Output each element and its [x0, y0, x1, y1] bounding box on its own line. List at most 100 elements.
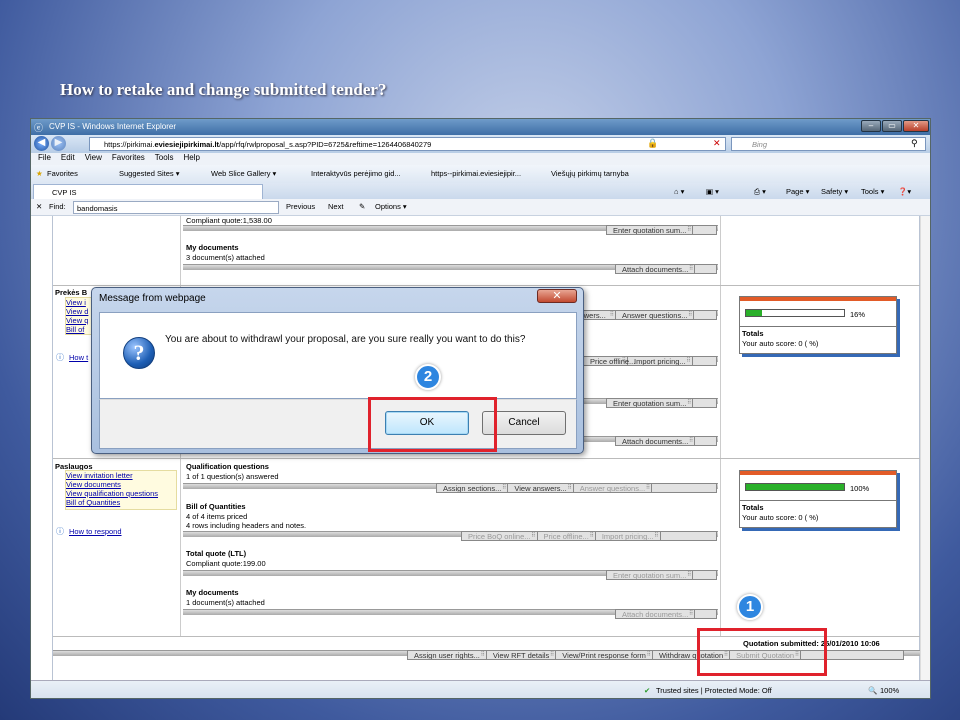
menu-favorites[interactable]: Favorites: [112, 153, 145, 162]
window-title: CVP IS - Windows Internet Explorer: [49, 122, 177, 131]
fav-vpt[interactable]: Viešųjų pirkimų tarnyba: [551, 169, 629, 178]
ie-icon: ⓔ: [34, 123, 44, 133]
title-bar: ⓔ CVP IS - Windows Internet Explorer – ▭…: [31, 119, 930, 135]
menu-tools[interactable]: Tools: [155, 153, 174, 162]
find-next-button[interactable]: Next: [328, 202, 343, 211]
link-view-qualification[interactable]: View q: [66, 316, 94, 325]
link-view-invitation[interactable]: View i: [66, 298, 94, 307]
view-answers-button[interactable]: View answers...: [508, 484, 574, 492]
lock-icon[interactable]: 🔒: [647, 138, 658, 149]
button-group: Enter quotation sum...: [606, 225, 717, 235]
progress-label: 100%: [850, 484, 870, 493]
button-group: swers...Answer questions...: [573, 310, 717, 320]
assign-user-rights-button[interactable]: Assign user rights...: [408, 651, 487, 659]
forward-button[interactable]: ▶: [51, 136, 66, 151]
menu-view[interactable]: View: [85, 153, 102, 162]
button-group: Price BoQ online...Price offline...Impor…: [461, 531, 717, 541]
minimize-button[interactable]: –: [861, 120, 881, 132]
answer-questions-button[interactable]: Answer questions...: [616, 311, 695, 319]
link-view-qualification[interactable]: View qualification questions: [66, 489, 176, 498]
maximize-button[interactable]: ▭: [882, 120, 902, 132]
attach-documents-button[interactable]: Attach documents...: [616, 437, 696, 445]
button-group: Attach documents...: [615, 609, 717, 619]
home-icon[interactable]: ⌂ ▾: [674, 187, 684, 196]
menu-help[interactable]: Help: [183, 153, 199, 162]
attach-documents-button[interactable]: Attach documents...: [616, 265, 696, 273]
address-bar-row: ◀ ▶ https://pirkimai.eviesiejipirkimai.l…: [31, 135, 930, 153]
close-find-icon[interactable]: ✕: [36, 202, 42, 211]
boq-priced: 4 of 4 items priced: [186, 512, 248, 521]
my-documents-title: My documents: [186, 588, 239, 597]
attach-documents-button[interactable]: Attach documents...: [616, 610, 696, 618]
button-group: Attach documents...: [615, 436, 717, 446]
fav-suggested-sites[interactable]: Suggested Sites ▾: [119, 169, 179, 178]
question-icon: ?: [123, 337, 155, 369]
tools-menu[interactable]: Tools ▾: [861, 187, 884, 196]
enter-quotation-button[interactable]: Enter quotation sum...: [607, 226, 694, 234]
qualification-answered: 1 of 1 question(s) answered: [186, 472, 279, 481]
find-input[interactable]: bandomasis: [73, 201, 279, 214]
address-input[interactable]: https://pirkimai.eviesiejipirkimai.lt/ap…: [89, 137, 726, 151]
link-bill-of-quantities[interactable]: Bill of Quantities: [66, 498, 176, 507]
search-input[interactable]: Bing: [731, 137, 926, 151]
close-window-button[interactable]: ✕: [903, 120, 929, 132]
link-how-to-respond[interactable]: How to respond: [69, 527, 122, 536]
enter-quotation-button[interactable]: Enter quotation sum...: [607, 571, 694, 579]
search-icon[interactable]: ⚲: [911, 138, 918, 149]
print-icon[interactable]: ⎙ ▾: [754, 187, 766, 197]
totals-label: Totals: [742, 329, 764, 338]
button-group: Enter quotation sum...: [606, 398, 717, 408]
enter-quotation-button[interactable]: Enter quotation sum...: [607, 399, 694, 407]
step-1-badge: 1: [737, 594, 763, 620]
assign-sections-button[interactable]: Assign sections...: [437, 484, 509, 492]
fav-pirkimai[interactable]: https--pirkimai.eviesiejipir...: [431, 169, 521, 178]
view-print-response-button[interactable]: View/Print response form: [556, 651, 653, 659]
section-paslaugos-links: View invitation letter View documents Vi…: [65, 470, 177, 510]
progress-label: 16%: [850, 310, 866, 319]
status-text: Trusted sites | Protected Mode: Off: [656, 686, 772, 695]
link-view-documents[interactable]: View documents: [66, 480, 176, 489]
favorites-button[interactable]: Favorites: [47, 169, 78, 178]
price-offline-button[interactable]: Price offline...: [584, 357, 635, 365]
fav-interaktyvus[interactable]: Interaktyvūs perėjimo gid...: [311, 169, 401, 178]
page-menu[interactable]: Page ▾: [786, 187, 809, 196]
section-prekes-title: Prekės B: [55, 288, 88, 297]
auto-score: Your auto score: 0 ( %): [742, 339, 819, 348]
link-view-invitation[interactable]: View invitation letter: [66, 471, 176, 480]
back-button[interactable]: ◀: [34, 136, 49, 151]
link-view-documents[interactable]: View d: [66, 307, 94, 316]
totals-label: Totals: [742, 503, 764, 512]
step-2-badge: 2: [415, 364, 441, 390]
fav-web-slice-gallery[interactable]: Web Slice Gallery ▾: [211, 169, 276, 178]
import-pricing-button[interactable]: Import pricing...: [628, 357, 693, 365]
view-rft-details-button[interactable]: View RFT details: [487, 651, 557, 659]
feeds-icon[interactable]: ▣ ▾: [706, 187, 719, 196]
answer-questions-button[interactable]: Answer questions...: [574, 484, 653, 492]
highlight-ok: [368, 397, 497, 452]
qualification-title: Qualification questions: [186, 462, 269, 471]
tab-cvp-is[interactable]: CVP IS: [33, 184, 263, 199]
find-options-icon[interactable]: ✎: [359, 202, 365, 211]
find-options-button[interactable]: Options ▾: [375, 202, 407, 211]
safety-menu[interactable]: Safety ▾: [821, 187, 848, 196]
button-group: Assign sections...View answers...Answer …: [436, 483, 717, 493]
help-icon[interactable]: ❓▾: [898, 187, 911, 196]
total-quote-title: Total quote (LTL): [186, 549, 247, 558]
button-group: Price offline...Import pricing...: [583, 356, 717, 366]
zoom-level[interactable]: 100%: [880, 686, 899, 695]
link-bill-of-quantities[interactable]: Bill of: [66, 325, 94, 334]
slide-title: How to retake and change submitted tende…: [60, 80, 387, 99]
dialog-close-button[interactable]: ✕: [537, 289, 577, 303]
compliant-quote: Compliant quote:199.00: [186, 559, 266, 568]
auto-score: Your auto score: 0 ( %): [742, 513, 819, 522]
stop-icon[interactable]: ✕: [713, 138, 721, 149]
zoom-icon[interactable]: 🔍: [868, 686, 877, 695]
scrollbar[interactable]: [920, 216, 930, 680]
link-how-to-respond[interactable]: How t: [69, 353, 88, 362]
menu-edit[interactable]: Edit: [61, 153, 75, 162]
menu-file[interactable]: File: [38, 153, 51, 162]
find-previous-button[interactable]: Previous: [286, 202, 315, 211]
price-offline-button[interactable]: Price offline...: [538, 532, 596, 540]
price-boq-online-button[interactable]: Price BoQ online...: [462, 532, 538, 540]
import-pricing-button[interactable]: Import pricing...: [596, 532, 661, 540]
